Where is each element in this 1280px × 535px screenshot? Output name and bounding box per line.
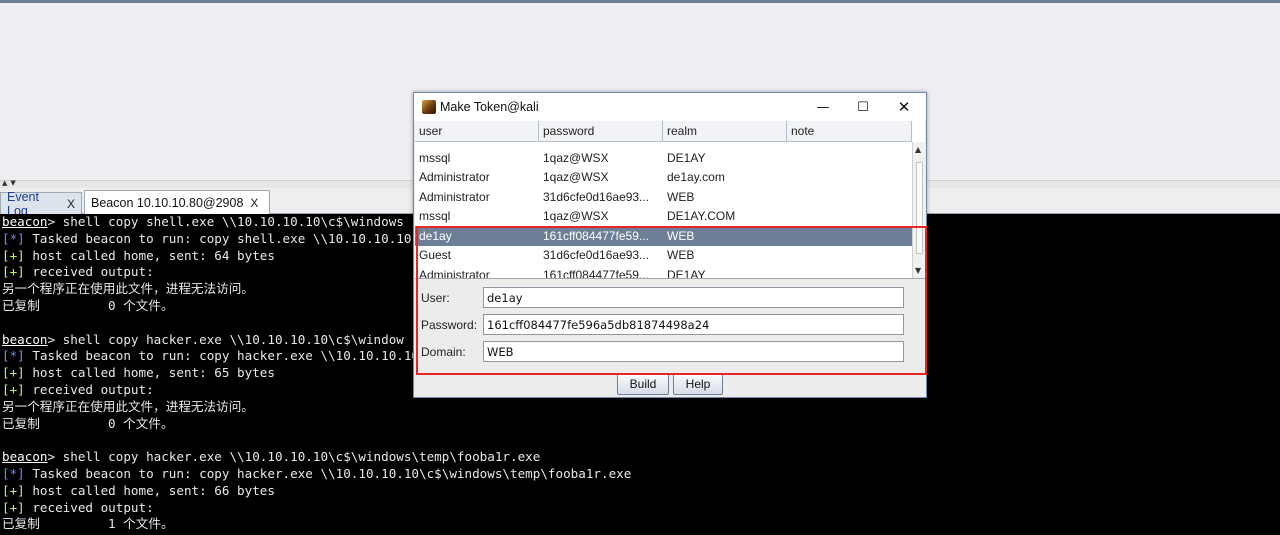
table-row[interactable]: mssql 1qaz@WSX DE1AY: [415, 148, 912, 168]
console-text: received output:: [24, 499, 154, 515]
column-header-password[interactable]: password: [539, 121, 663, 142]
cell-user: Administrator: [419, 267, 490, 279]
tab-close-icon[interactable]: X: [67, 197, 75, 211]
cell-user: mssql: [419, 150, 451, 165]
console-prompt: beacon: [2, 331, 48, 347]
domain-field[interactable]: WEB: [483, 341, 904, 362]
dialog-title: Make Token@kali: [440, 100, 539, 114]
close-button[interactable]: ✕: [889, 97, 919, 117]
console-text: Tasked beacon to run: copy shell.exe \\1…: [24, 230, 412, 246]
console-line: [*] Tasked beacon to run: copy hacker.ex…: [2, 466, 1280, 483]
password-field[interactable]: 161cff084477fe596a5db81874498a24: [483, 314, 904, 335]
column-header-note[interactable]: note: [787, 121, 912, 142]
split-arrows-icon[interactable]: ▲▼: [2, 180, 19, 187]
scroll-up-icon[interactable]: ▲: [915, 145, 921, 154]
console-text: host called home, sent: 64 bytes: [24, 247, 275, 263]
console-tag: [+]: [2, 499, 25, 515]
table-row-selected[interactable]: de1ay 161cff084477fe59... WEB: [415, 226, 912, 246]
console-tag: [*]: [2, 465, 25, 481]
user-field[interactable]: de1ay: [483, 287, 904, 308]
table-header: user password realm note: [415, 121, 912, 142]
console-prompt: beacon: [2, 214, 48, 229]
tab-close-icon[interactable]: X: [250, 196, 258, 210]
console-text: > shell copy hacker.exe \\10.10.10.10\c$…: [47, 449, 541, 465]
table-row[interactable]: Administrator 31d6cfe0d16ae93... WEB: [415, 187, 912, 207]
console-text: host called home, sent: 65 bytes: [24, 365, 275, 381]
cell-user: de1ay: [419, 228, 452, 243]
cell-user: mssql: [419, 209, 451, 224]
build-button[interactable]: Build: [617, 373, 669, 395]
column-header-user[interactable]: user: [415, 121, 539, 142]
password-label: Password:: [421, 318, 478, 332]
cell-realm: WEB: [667, 189, 695, 204]
cell-realm: WEB: [667, 228, 695, 243]
console-text: 另一个程序正在使用此文件，进程无法访问。: [2, 398, 254, 414]
console-tag: [+]: [2, 381, 25, 397]
console-text: received output:: [24, 381, 154, 397]
tab-label: Beacon 10.10.10.80@2908: [91, 195, 244, 210]
console-tag: [+]: [2, 264, 25, 280]
console-text: 另一个程序正在使用此文件，进程无法访问。: [2, 281, 254, 297]
dialog-titlebar[interactable]: Make Token@kali — ☐ ✕: [414, 93, 926, 121]
cell-realm: WEB: [667, 248, 695, 263]
cell-realm: DE1AY.COM: [667, 209, 736, 224]
cell-password: 1qaz@WSX: [543, 209, 609, 224]
console-text: host called home, sent: 66 bytes: [24, 482, 275, 498]
console-tag: [*]: [2, 348, 25, 364]
console-text: Tasked beacon to run: copy hacker.exe \\…: [24, 348, 420, 364]
console-line: 已复制 1 个文件。: [2, 516, 1280, 533]
column-header-realm[interactable]: realm: [663, 121, 787, 142]
table-scrollbar[interactable]: ▲ ▼: [912, 142, 925, 278]
console-prompt: beacon: [2, 449, 48, 465]
console-text: 已复制 0 个文件。: [2, 297, 174, 313]
console-line: [+] received output:: [2, 500, 1280, 517]
cell-password: 161cff084477fe59...: [543, 228, 649, 243]
console-text: 已复制 0 个文件。: [2, 415, 174, 431]
domain-label: Domain:: [421, 345, 466, 359]
minimize-button[interactable]: —: [808, 97, 838, 117]
help-button[interactable]: Help: [673, 373, 723, 395]
table-row[interactable]: Guest 31d6cfe0d16ae93... WEB: [415, 246, 912, 266]
scroll-thumb[interactable]: [916, 162, 923, 254]
console-line: 另一个程序正在使用此文件，进程无法访问。: [2, 399, 1280, 416]
console-tag: [+]: [2, 482, 25, 498]
console-line: beacon> shell copy hacker.exe \\10.10.10…: [2, 449, 1280, 466]
tab-beacon[interactable]: Beacon 10.10.10.80@2908 X: [84, 190, 270, 214]
console-text: 已复制 1 个文件。: [2, 516, 174, 532]
cell-password: 161cff084477fe59...: [543, 267, 649, 279]
cell-password: 1qaz@WSX: [543, 150, 609, 165]
table-row[interactable]: mssql 1qaz@WSX DE1AY.COM: [415, 207, 912, 227]
cell-password: 1qaz@WSX: [543, 170, 609, 185]
console-text: Tasked beacon to run: copy hacker.exe \\…: [24, 465, 632, 481]
make-token-dialog: Make Token@kali — ☐ ✕ user password real…: [413, 92, 927, 398]
cell-password: 31d6cfe0d16ae93...: [543, 248, 650, 263]
console-text: > shell copy hacker.exe \\10.10.10.10\c$…: [47, 331, 404, 347]
cell-user: Administrator: [419, 189, 490, 204]
console-tag: [+]: [2, 247, 25, 263]
credentials-table: user password realm note mssql 1qaz@WSX DE…: [415, 121, 925, 279]
cell-realm: de1ay.com: [667, 170, 725, 185]
cell-user: Guest: [419, 248, 452, 263]
maximize-button[interactable]: ☐: [848, 97, 878, 117]
console-text: > shell copy shell.exe \\10.10.10.10\c$\…: [47, 214, 404, 229]
table-row[interactable]: Administrator 1qaz@WSX de1ay.com: [415, 168, 912, 188]
tab-event-log[interactable]: Event Log X: [0, 190, 82, 218]
cell-password: 31d6cfe0d16ae93...: [543, 189, 650, 204]
console-text: received output:: [24, 264, 154, 280]
console-tag: [+]: [2, 365, 25, 381]
table-body: mssql 1qaz@WSX DE1AY Administrator 1qaz@WSX d…: [415, 142, 912, 279]
cell-user: Administrator: [419, 170, 490, 185]
console-tag: [*]: [2, 230, 25, 246]
cell-realm: DE1AY: [667, 267, 706, 279]
scroll-down-icon[interactable]: ▼: [915, 266, 921, 275]
console-line: [+] host called home, sent: 66 bytes: [2, 483, 1280, 500]
table-row[interactable]: Administrator 161cff084477fe59... DE1AY: [415, 265, 912, 279]
cell-realm: DE1AY: [667, 150, 706, 165]
console-line: 已复制 0 个文件。: [2, 416, 1280, 433]
user-label: User:: [421, 291, 450, 305]
cobalt-strike-app-icon: [422, 100, 436, 114]
